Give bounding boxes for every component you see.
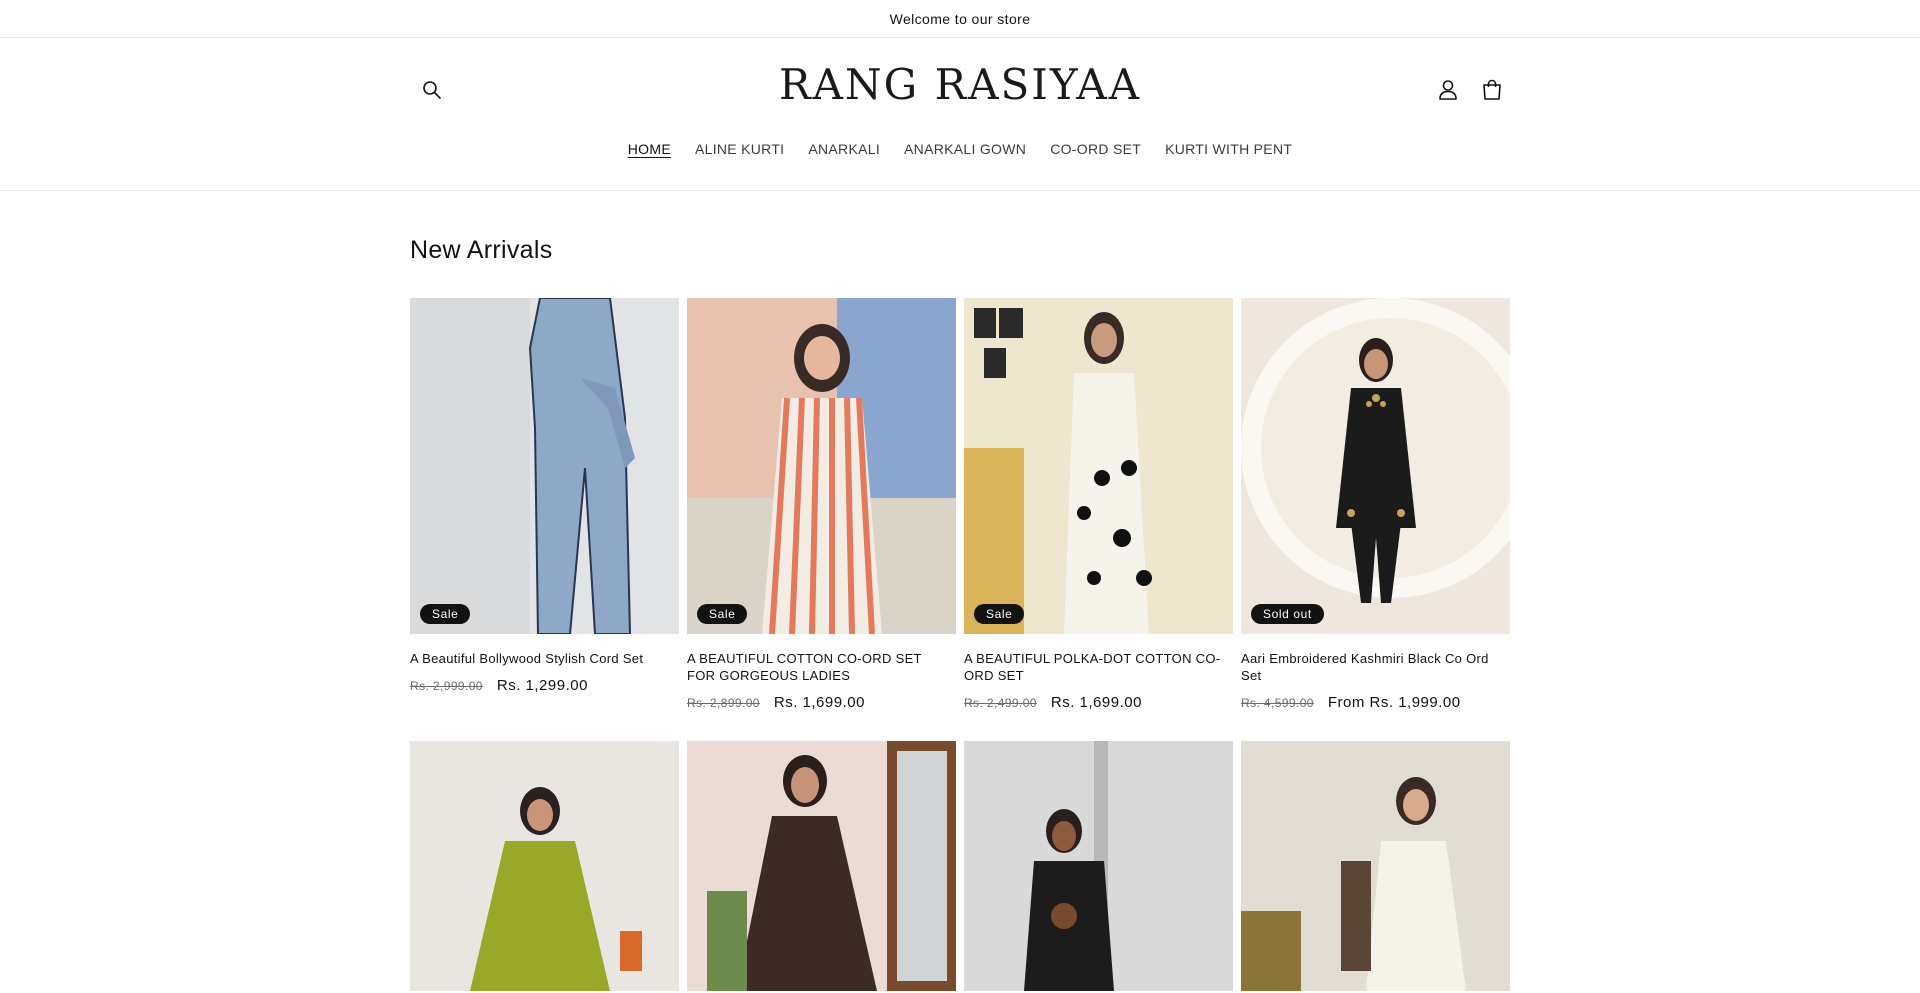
product-card[interactable]: Sold out Aari Embroidered Kashmiri Black… xyxy=(1241,298,1510,741)
product-image[interactable]: Sale xyxy=(687,298,956,634)
announcement-text: Welcome to our store xyxy=(889,10,1031,27)
section-title: New Arrivals xyxy=(410,236,553,264)
product-card[interactable] xyxy=(410,741,679,991)
sale-price: Rs. 1,699.00 xyxy=(773,694,865,711)
product-grid: Sale A Beautiful Bollywood Stylish Cord … xyxy=(410,298,1511,991)
sale-price: Rs. 1,299.00 xyxy=(496,677,588,694)
product-price: Rs. 4,599.00 From Rs. 1,999.00 xyxy=(1241,694,1510,711)
sale-badge: Sale xyxy=(974,604,1025,624)
cart-button[interactable] xyxy=(1478,76,1506,104)
product-title[interactable]: Aari Embroidered Kashmiri Black Co Ord S… xyxy=(1241,650,1510,684)
product-card[interactable] xyxy=(964,741,1233,991)
regular-price: Rs. 2,999.00 xyxy=(410,679,483,693)
user-icon xyxy=(1439,80,1457,100)
product-card[interactable] xyxy=(687,741,956,991)
product-card[interactable]: Sale A BEAUTIFUL COTTON CO-ORD SET FOR G… xyxy=(687,298,956,741)
site-header: RANG RASIYAA HOME ALINE KURTI ANARKALI A… xyxy=(0,38,1920,191)
regular-price: Rs. 2,499.00 xyxy=(964,696,1037,710)
product-image[interactable]: Sold out xyxy=(1241,298,1510,634)
regular-price: Rs. 2,899.00 xyxy=(687,696,760,710)
site-logo[interactable]: RANG RASIYAA xyxy=(0,60,1920,109)
nav-item-aline-kurti[interactable]: ALINE KURTI xyxy=(683,141,796,157)
announcement-bar: Welcome to our store xyxy=(0,0,1920,38)
sale-badge: Sale xyxy=(697,604,748,624)
product-card[interactable]: Sale A BEAUTIFUL POLKA-DOT COTTON CO-ORD… xyxy=(964,298,1233,741)
sale-price: Rs. 1,699.00 xyxy=(1050,694,1142,711)
product-price: Rs. 2,899.00 Rs. 1,699.00 xyxy=(687,694,956,711)
cart-icon xyxy=(1483,79,1501,100)
product-image[interactable]: Sale xyxy=(410,298,679,634)
product-image[interactable]: Sale xyxy=(964,298,1233,634)
regular-price: Rs. 4,599.00 xyxy=(1241,696,1314,710)
new-arrivals-section: New Arrivals xyxy=(410,236,1510,265)
product-image[interactable] xyxy=(1241,741,1510,991)
product-price: Rs. 2,999.00 Rs. 1,299.00 xyxy=(410,677,679,694)
nav-item-anarkali-gown[interactable]: ANARKALI GOWN xyxy=(892,141,1038,157)
nav-item-anarkali[interactable]: ANARKALI xyxy=(796,141,892,157)
nav-item-home[interactable]: HOME xyxy=(616,141,683,157)
account-button[interactable] xyxy=(1434,76,1462,104)
product-card[interactable]: Sale A Beautiful Bollywood Stylish Cord … xyxy=(410,298,679,741)
product-price: Rs. 2,499.00 Rs. 1,699.00 xyxy=(964,694,1233,711)
sale-badge: Sale xyxy=(420,604,471,624)
sale-price: From Rs. 1,999.00 xyxy=(1327,694,1461,711)
sold-out-badge: Sold out xyxy=(1251,604,1324,624)
nav-item-co-ord-set[interactable]: CO-ORD SET xyxy=(1038,141,1153,157)
product-image[interactable] xyxy=(964,741,1233,991)
nav-item-kurti-with-pent[interactable]: KURTI WITH PENT xyxy=(1153,141,1304,157)
product-title[interactable]: A BEAUTIFUL POLKA-DOT COTTON CO-ORD SET xyxy=(964,650,1233,684)
product-image[interactable] xyxy=(410,741,679,991)
product-image[interactable] xyxy=(687,741,956,991)
product-title[interactable]: A BEAUTIFUL COTTON CO-ORD SET FOR GORGEO… xyxy=(687,650,956,684)
product-card[interactable] xyxy=(1241,741,1510,991)
product-title[interactable]: A Beautiful Bollywood Stylish Cord Set xyxy=(410,650,679,667)
main-nav: HOME ALINE KURTI ANARKALI ANARKALI GOWN … xyxy=(0,141,1920,157)
